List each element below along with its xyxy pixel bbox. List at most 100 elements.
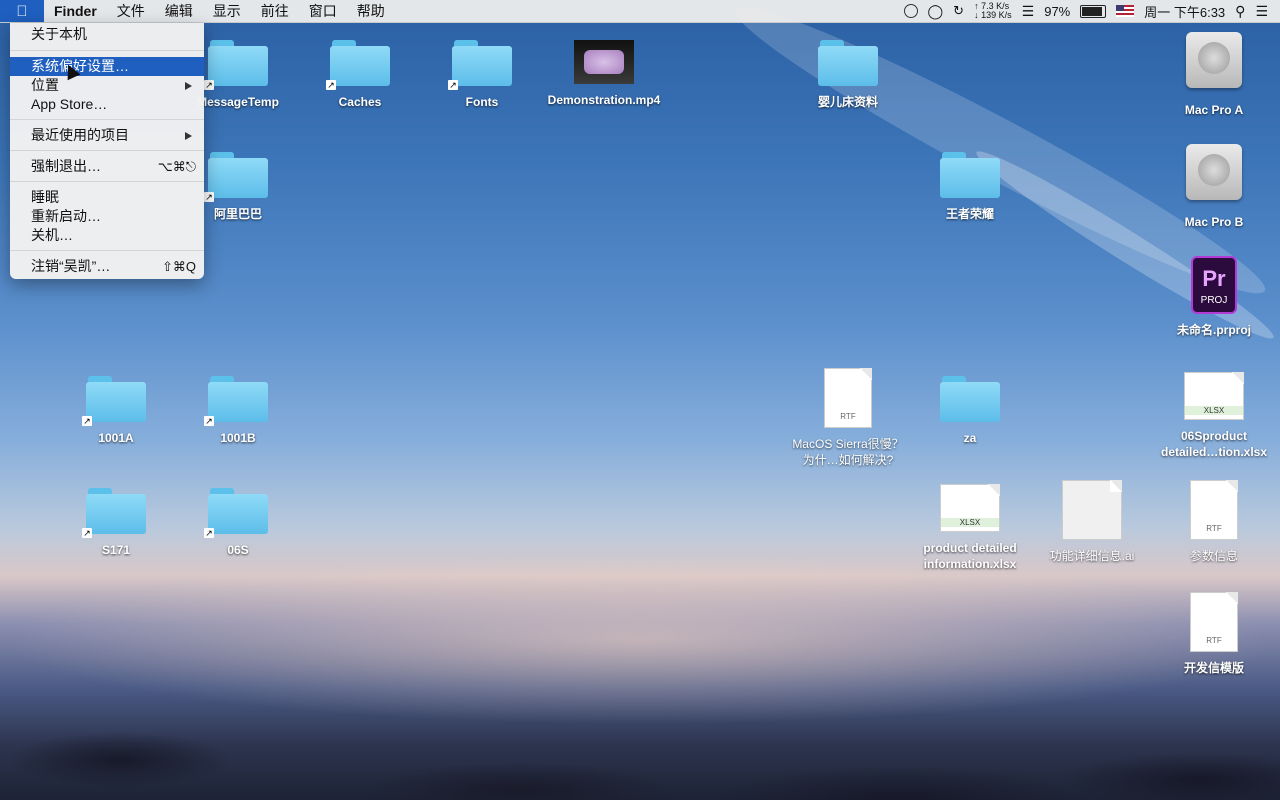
folder-crib[interactable]: 婴儿床资料 (788, 36, 908, 136)
icon-label: product detailed information.xlsx (923, 541, 1017, 571)
menu-label: 强制退出… (31, 158, 101, 174)
wallpaper-rocks (0, 650, 1280, 800)
xlsx-document-icon: XLSX (1184, 372, 1244, 420)
menu-window[interactable]: 窗口 (299, 0, 347, 22)
icon-label: 未命名.prproj (1177, 323, 1251, 337)
folder-icon: ↗ (204, 40, 268, 90)
icon-label: MacOS Sierra很慢？为什…如何解决? (792, 437, 904, 467)
folder-wangzhe[interactable]: 王者荣耀 (910, 148, 1030, 248)
menu-file[interactable]: 文件 (107, 0, 155, 22)
menu-go[interactable]: 前往 (251, 0, 299, 22)
folder-06s[interactable]: ↗ 06S (178, 484, 298, 584)
submenu-arrow-icon (185, 132, 192, 140)
hard-drive-icon (1186, 32, 1242, 88)
folder-1001b[interactable]: ↗ 1001B (178, 372, 298, 472)
battery-percent[interactable]: 97% (1044, 4, 1070, 19)
rtf-tag: RTF (1206, 636, 1222, 645)
folder-icon (940, 152, 1000, 198)
battery-icon[interactable] (1080, 4, 1107, 18)
notification-center-icon[interactable]: ☰ (1255, 3, 1268, 20)
folder-icon: ↗ (204, 376, 268, 426)
folder-s171[interactable]: ↗ S171 (56, 484, 176, 584)
hard-drive-icon (1186, 144, 1242, 200)
folder-icon: ↗ (448, 40, 512, 90)
pr-badge: Pr (1202, 266, 1226, 291)
alias-arrow-icon: ↗ (82, 528, 92, 538)
file-macos-rtf[interactable]: RTF MacOS Sierra很慢？为什…如何解决? (788, 368, 908, 468)
icon-label: 1001B (220, 431, 256, 445)
icon-label: S171 (101, 543, 131, 557)
file-template-rtf[interactable]: RTF 开发信模版 (1154, 592, 1274, 692)
menu-label: 关机… (31, 227, 73, 243)
pr-tag: PROJ (1200, 295, 1228, 306)
xlsx-tag: XLSX (941, 518, 999, 527)
spotlight-search-icon[interactable]: ⚲ (1235, 3, 1245, 20)
menu-logout[interactable]: 注销“吴凯”… ⇧⌘Q (10, 257, 204, 276)
folder-za[interactable]: za (910, 372, 1030, 472)
menu-separator (10, 250, 204, 251)
menu-force-quit[interactable]: 强制退出… ⌥⌘⎋ (10, 157, 204, 176)
menu-location[interactable]: 位置 (10, 76, 204, 95)
folder-icon: ↗ (82, 488, 146, 538)
menu-restart[interactable]: 重新启动… (10, 207, 204, 226)
file-product-xlsx[interactable]: XLSX product detailed information.xlsx (910, 484, 1030, 584)
datetime[interactable]: 周一 下午6:33 (1144, 2, 1225, 21)
folder-icon (940, 376, 1000, 422)
menu-edit[interactable]: 编辑 (155, 0, 203, 22)
wifi-icon[interactable]: ☰ (1022, 3, 1035, 20)
folder-icon: ↗ (204, 488, 268, 538)
status-area: ◯ ↻ ↑ 7.3 K/s ↓ 139 K/s ☰ 97% 周一 下午6:33 … (903, 0, 1280, 22)
record-icon[interactable] (903, 4, 918, 18)
menu-bar:  Finder 文件 编辑 显示 前往 窗口 帮助 ◯ ↻ ↑ 7.3 K/s… (0, 0, 1280, 23)
file-06sproduct-xlsx[interactable]: XLSX 06Sproduct detailed…tion.xlsx (1154, 372, 1274, 472)
apple-dropdown-menu: 关于本机 系统偏好设置… 位置 App Store… 最近使用的项目 强制退出…… (10, 23, 204, 279)
menu-about-this-mac[interactable]: 关于本机 (10, 25, 204, 44)
menu-app-store[interactable]: App Store… (10, 95, 204, 114)
file-prproj[interactable]: Pr PROJ 未命名.prproj (1154, 256, 1274, 356)
menu-recent-items[interactable]: 最近使用的项目 (10, 126, 204, 145)
menu-label: 最近使用的项目 (31, 127, 129, 143)
icon-label: Demonstration.mp4 (547, 93, 661, 107)
us-flag-input-icon[interactable] (1116, 5, 1135, 17)
menu-label: 位置 (31, 77, 59, 93)
illustrator-document-icon (1062, 480, 1122, 540)
menu-shutdown[interactable]: 关机… (10, 226, 204, 245)
icon-label: 06S (227, 543, 249, 557)
battery-level (1082, 6, 1102, 16)
folder-1001a[interactable]: ↗ 1001A (56, 372, 176, 472)
file-ai[interactable]: 功能详细信息.ai (1032, 480, 1152, 580)
rtf-document-icon: RTF (1190, 592, 1238, 652)
menu-label: 重新启动… (31, 208, 101, 224)
drive-mac-pro-b[interactable]: Mac Pro B (1154, 144, 1274, 244)
menu-view[interactable]: 显示 (203, 0, 251, 22)
network-speed[interactable]: ↑ 7.3 K/s ↓ 139 K/s (974, 2, 1012, 20)
drive-mac-pro-a[interactable]: Mac Pro A (1154, 32, 1274, 132)
icon-label: Fonts (465, 95, 499, 109)
sync-icon[interactable]: ↻ (953, 3, 964, 19)
menu-help[interactable]: 帮助 (347, 0, 395, 22)
alias-arrow-icon: ↗ (204, 528, 214, 538)
icon-label: Mac Pro B (1184, 215, 1244, 229)
xlsx-tag: XLSX (1185, 406, 1243, 415)
menu-system-preferences[interactable]: 系统偏好设置… (10, 57, 204, 76)
icon-label: 婴儿床资料 (817, 95, 878, 109)
apple-menu-icon[interactable]:  (0, 0, 44, 22)
file-demonstration-video[interactable]: Demonstration.mp4 (544, 36, 664, 136)
menu-finder[interactable]: Finder (44, 0, 107, 22)
folder-fonts[interactable]: ↗ Fonts (422, 36, 542, 136)
menu-separator (10, 119, 204, 120)
menu-label: 关于本机 (31, 26, 87, 42)
globe-icon[interactable]: ◯ (928, 3, 944, 20)
net-down: 139 (981, 10, 997, 20)
alias-arrow-icon: ↗ (82, 416, 92, 426)
file-params-rtf[interactable]: RTF 参数信息 (1154, 480, 1274, 580)
menu-label: 注销“吴凯”… (31, 258, 111, 274)
alias-arrow-icon: ↗ (326, 80, 336, 90)
menu-separator (10, 181, 204, 182)
folder-caches[interactable]: ↗ Caches (300, 36, 420, 136)
alias-arrow-icon: ↗ (448, 80, 458, 90)
menu-sleep[interactable]: 睡眠 (10, 188, 204, 207)
rtf-tag: RTF (1206, 524, 1222, 533)
folder-icon: ↗ (82, 376, 146, 426)
shortcut: ⌥⌘⎋ (157, 159, 196, 174)
